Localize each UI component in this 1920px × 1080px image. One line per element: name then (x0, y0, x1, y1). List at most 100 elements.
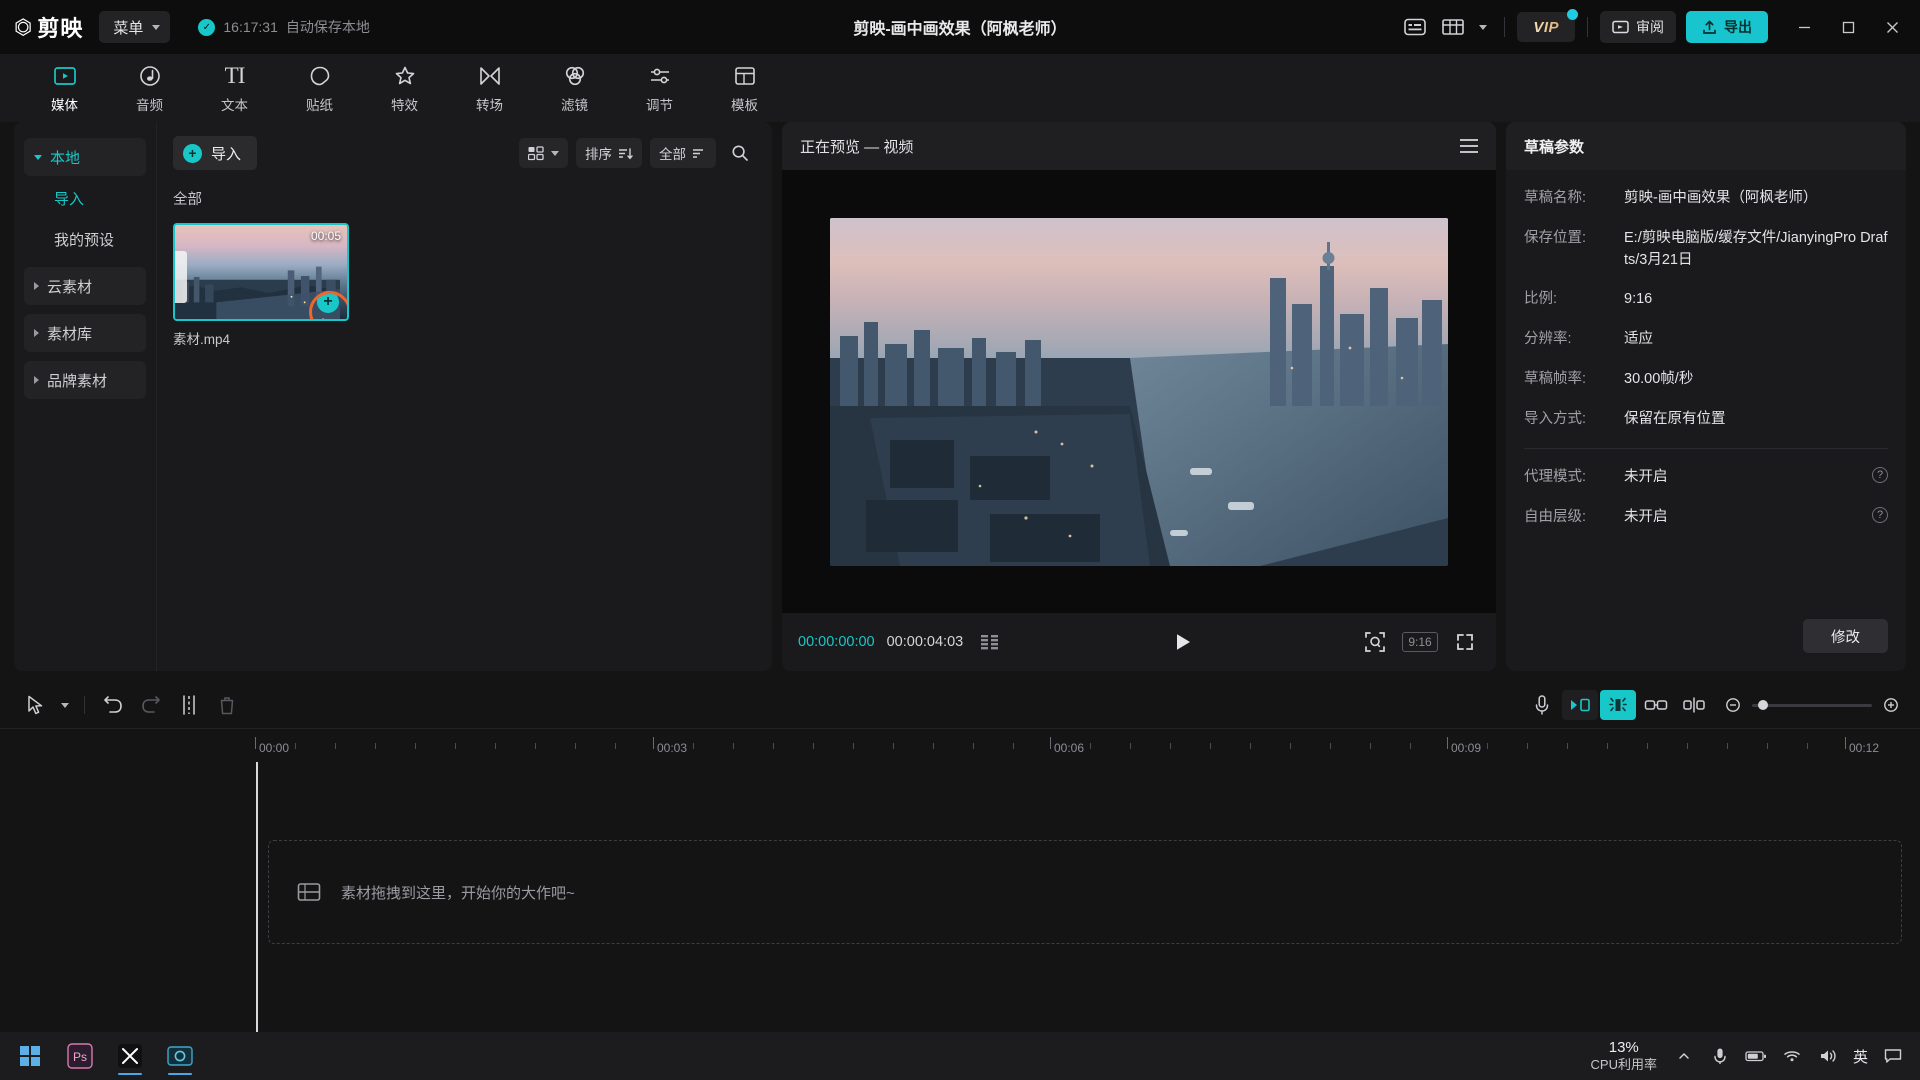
split-icon[interactable] (171, 690, 207, 720)
filter-label: 全部 (659, 147, 686, 162)
filter-button[interactable]: 全部 (650, 138, 716, 168)
menu-button[interactable]: 菜单 (99, 11, 171, 43)
vip-label: VIP (1533, 18, 1559, 36)
media-thumbnail[interactable]: 00:05 + (173, 223, 349, 321)
vip-button[interactable]: VIP (1517, 9, 1578, 42)
current-timecode: 00:00:00:00 (798, 634, 875, 650)
import-button[interactable]: + 导入 (173, 136, 258, 170)
focus-icon[interactable] (1360, 627, 1390, 657)
zoom-out-icon[interactable] (1722, 690, 1744, 720)
sort-button[interactable]: 排序 (576, 138, 642, 168)
zoom-in-icon[interactable] (1880, 690, 1902, 720)
close-icon[interactable] (1870, 0, 1914, 54)
timeline-toolbar-right (1524, 690, 1902, 720)
volume-icon[interactable] (1813, 1040, 1843, 1072)
taskbar-apps: Ps (0, 1036, 202, 1076)
hamburger-icon[interactable] (1460, 139, 1478, 153)
layout-icon[interactable] (1436, 12, 1470, 42)
keyframe-icon[interactable] (1676, 690, 1712, 720)
ime-indicator[interactable]: 英 (1849, 1046, 1872, 1067)
sidebar-item-import[interactable]: 导入 (24, 179, 146, 217)
chevron-up-icon[interactable] (1669, 1040, 1699, 1072)
review-button[interactable]: 审阅 (1600, 11, 1676, 43)
zoom-knob[interactable] (1758, 700, 1768, 710)
drag-ghost (175, 251, 187, 303)
tab-media[interactable]: 媒体 (22, 57, 107, 119)
microphone-tray-icon[interactable] (1705, 1040, 1735, 1072)
draft-value-proxy: 未开启 (1624, 469, 1668, 486)
timeline-ruler[interactable]: 00:00 00:03 00:06 00:09 00:12 (0, 728, 1920, 762)
media-card[interactable]: 00:05 + 素材.mp4 (173, 223, 349, 348)
tab-filter-label: 滤镜 (561, 97, 588, 113)
help-icon[interactable]: ? (1872, 507, 1888, 523)
microphone-icon[interactable] (1524, 690, 1560, 720)
zoom-track[interactable] (1752, 700, 1872, 710)
draft-label-ratio: 比例: (1524, 291, 1558, 308)
timeline-toolbar (0, 682, 1920, 728)
tab-template[interactable]: 模板 (702, 57, 787, 119)
sidebar-item-brand-label: 品牌素材 (47, 372, 108, 390)
tab-transition[interactable]: 转场 (447, 57, 532, 119)
sidebar-item-local[interactable]: 本地 (24, 138, 146, 176)
plus-icon: + (183, 143, 202, 163)
function-tabs: 媒体 音频 TI 文本 贴纸 特效 转场 滤镜 调节 模板 (0, 54, 1920, 122)
mirror-icon[interactable] (1562, 690, 1598, 720)
layout-chevron-down-icon[interactable] (1474, 12, 1492, 42)
photoshop-icon[interactable]: Ps (58, 1036, 102, 1076)
aspect-ratio-badge[interactable]: 9:16 (1402, 632, 1438, 652)
tab-sticker[interactable]: 贴纸 (277, 57, 362, 119)
preview-frame-image (830, 217, 1448, 566)
zoom-slider[interactable] (1722, 690, 1902, 720)
draft-label-resolution: 分辨率: (1524, 331, 1572, 347)
tab-effects[interactable]: 特效 (362, 57, 447, 119)
draft-value-location: E:/剪映电脑版/缓存文件/JianyingPro Drafts/3月21日 (1624, 229, 1888, 268)
export-button[interactable]: 导出 (1686, 11, 1768, 43)
magnet-icon[interactable] (1600, 690, 1636, 720)
view-mode-button[interactable] (519, 138, 568, 168)
tab-audio[interactable]: 音频 (107, 57, 192, 119)
sidebar-item-library-label: 素材库 (47, 325, 93, 343)
select-tool-icon[interactable] (18, 690, 54, 720)
add-to-timeline-button[interactable]: + (317, 291, 339, 313)
draft-value-ratio: 9:16 (1624, 291, 1653, 308)
minimize-icon[interactable] (1782, 0, 1826, 54)
modify-button[interactable]: 修改 (1803, 619, 1888, 653)
search-button[interactable] (724, 138, 756, 168)
draft-params-panel: 草稿参数 草稿名称: 剪映-画中画效果（阿枫老师） 保存位置: E:/剪映电脑版… (1506, 122, 1906, 671)
tab-adjust[interactable]: 调节 (617, 57, 702, 119)
select-tool-chevron-down-icon[interactable] (56, 690, 74, 720)
wifi-icon[interactable] (1777, 1040, 1807, 1072)
sticker-icon (308, 63, 332, 89)
sidebar-item-brand[interactable]: 品牌素材 (24, 361, 146, 399)
notification-icon[interactable] (1878, 1040, 1908, 1072)
autosave-time: 16:17:31 (223, 19, 278, 35)
autosave-label: 自动保存本地 (285, 19, 370, 35)
media-section-label: 全部 (173, 192, 202, 208)
tab-sticker-label: 贴纸 (306, 97, 333, 113)
start-icon[interactable] (8, 1036, 52, 1076)
sort-label: 排序 (585, 147, 612, 162)
frames-icon[interactable] (975, 627, 1005, 657)
tab-text[interactable]: TI 文本 (192, 57, 277, 119)
jianying-icon[interactable] (108, 1036, 152, 1076)
help-icon[interactable]: ? (1872, 467, 1888, 484)
tab-filter[interactable]: 滤镜 (532, 57, 617, 119)
sidebar-item-library[interactable]: 素材库 (24, 314, 146, 352)
redo-icon[interactable] (133, 690, 169, 720)
undo-icon[interactable] (95, 690, 131, 720)
sidebar-item-cloud[interactable]: 云素材 (24, 267, 146, 305)
timeline-dropzone[interactable]: 素材拖拽到这里，开始你的大作吧~ (268, 840, 1902, 944)
caption-icon[interactable] (1398, 12, 1432, 42)
export-label: 导出 (1724, 19, 1752, 35)
fullscreen-icon[interactable] (1450, 627, 1480, 657)
battery-icon[interactable] (1741, 1040, 1771, 1072)
preview-video[interactable] (830, 217, 1448, 566)
maximize-icon[interactable] (1826, 0, 1870, 54)
delete-icon[interactable] (209, 690, 245, 720)
import-button-label: 导入 (211, 145, 242, 163)
sidebar-item-presets[interactable]: 我的预设 (24, 220, 146, 258)
draft-label-framerate: 草稿帧率: (1524, 370, 1587, 387)
link-icon[interactable] (1638, 690, 1674, 720)
play-icon[interactable] (1168, 627, 1198, 657)
recorder-icon[interactable] (158, 1036, 202, 1076)
